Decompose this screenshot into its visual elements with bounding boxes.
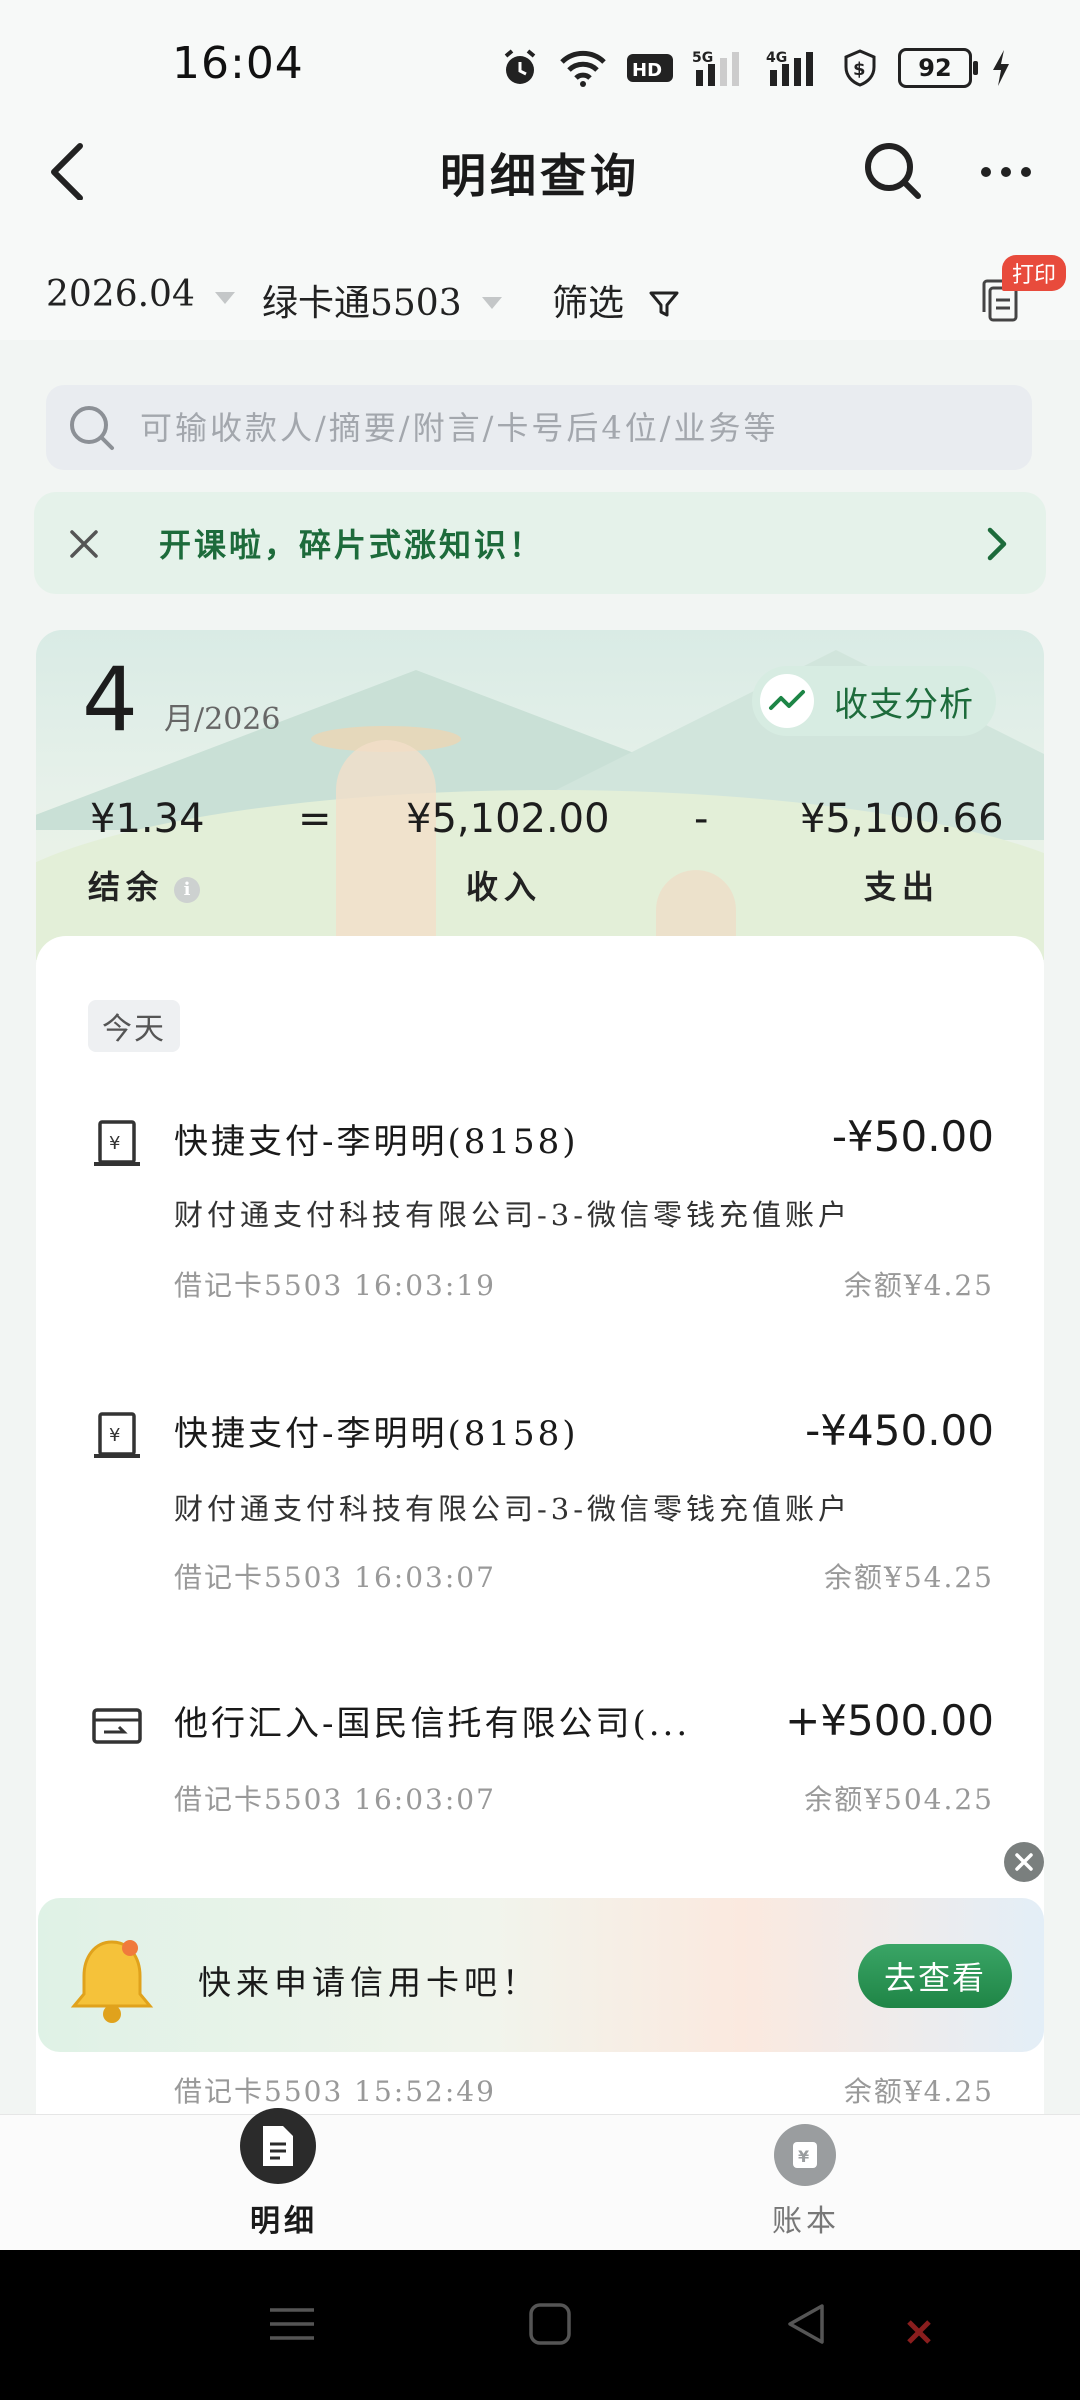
chevron-right-icon xyxy=(987,527,1007,561)
balance-label-group: 结余 i xyxy=(88,862,201,908)
transaction-meta: 借记卡5503 15:52:49 xyxy=(174,2075,496,2108)
view-credit-button[interactable]: 去查看 xyxy=(858,1944,1012,2008)
ledger-icon: ¥ xyxy=(793,2142,817,2168)
print-badge: 打印 xyxy=(1002,255,1067,291)
transaction-title: 快捷支付-李明明(8158) xyxy=(174,1414,579,1454)
promo-banner[interactable]: 开课啦，碎片式涨知识！ xyxy=(34,492,1046,594)
filter-button[interactable]: 筛选 xyxy=(552,274,680,326)
analysis-label: 收支分析 xyxy=(834,684,974,725)
bank-transfer-icon xyxy=(92,1708,142,1744)
promo-text: 开课啦，碎片式涨知识！ xyxy=(159,526,545,564)
document-icon xyxy=(263,2126,293,2166)
card-selector[interactable]: 绿卡通5503 xyxy=(262,274,502,326)
month-selector[interactable]: 2026.04 xyxy=(46,274,235,315)
income-amount: ¥5,102.00 xyxy=(406,796,610,842)
search-icon xyxy=(865,143,921,199)
transaction-description: 财付通支付科技有限公司-3-微信零钱充值账户 xyxy=(174,1492,852,1526)
transaction-balance: 余额¥4.25 xyxy=(843,2075,994,2108)
receipt-icon: ¥ xyxy=(94,1120,140,1166)
transaction-amount: -¥50.00 xyxy=(831,1112,994,1161)
bottom-nav xyxy=(0,2114,1080,2251)
status-icons: HD 5G 4G $ 92 xyxy=(500,46,1012,90)
more-button[interactable] xyxy=(976,140,1036,212)
signal-5g-icon: 5G xyxy=(692,50,739,86)
income-expense-analysis-button[interactable]: 收支分析 xyxy=(752,666,996,736)
caret-down-icon xyxy=(481,297,502,309)
nav-ledger-label[interactable]: 账本 xyxy=(772,2196,840,2240)
balance-label: 结余 xyxy=(88,868,165,906)
balance-amount: ¥1.34 xyxy=(90,796,205,842)
svg-text:¥: ¥ xyxy=(798,2147,809,2166)
filter-label: 筛选 xyxy=(552,283,625,324)
alarm-icon xyxy=(504,49,536,84)
charging-icon xyxy=(993,50,1009,86)
close-banner-button[interactable] xyxy=(1004,1842,1044,1882)
shield-dollar-icon: $ xyxy=(844,49,876,87)
svg-text:¥: ¥ xyxy=(109,1133,120,1154)
income-label: 收入 xyxy=(466,868,543,906)
transaction-amount: -¥450.00 xyxy=(805,1406,994,1455)
transaction-meta: 借记卡5503 16:03:19 xyxy=(174,1269,496,1302)
expense-amount: ¥5,100.66 xyxy=(800,796,1004,842)
search-bar[interactable] xyxy=(46,385,1032,470)
date-group-label: 今天 xyxy=(88,1000,180,1052)
home-icon[interactable] xyxy=(528,2302,572,2346)
status-time: 16:04 xyxy=(172,38,304,89)
transaction-title: 快捷支付-李明明(8158) xyxy=(174,1122,579,1162)
info-icon[interactable]: i xyxy=(174,876,201,903)
hd-icon: HD xyxy=(627,54,673,82)
minus-sign: - xyxy=(694,796,709,842)
signal-4g-icon: 4G xyxy=(766,50,813,86)
trend-icon xyxy=(760,674,814,728)
svg-text:¥: ¥ xyxy=(109,1425,120,1446)
transaction-balance: 余额¥54.25 xyxy=(824,1561,994,1594)
card-selector-label: 绿卡通5503 xyxy=(262,283,462,324)
nav-detail-icon[interactable] xyxy=(240,2108,316,2184)
expense-label: 支出 xyxy=(864,868,941,906)
menu-icon[interactable] xyxy=(268,2304,316,2344)
svg-text:$: $ xyxy=(853,59,866,80)
transaction-balance: 余额¥4.25 xyxy=(843,1269,994,1302)
summary-year: 月/2026 xyxy=(164,702,281,737)
battery-indicator: 92 xyxy=(898,48,978,88)
svg-text:5G: 5G xyxy=(692,50,713,66)
bell-icon xyxy=(70,1940,154,2023)
back-triangle-icon[interactable] xyxy=(784,2302,828,2346)
filter-row: 2026.04 绿卡通5503 筛选 xyxy=(0,262,1080,342)
transaction-title: 他行汇入-国民信托有限公司(... xyxy=(174,1704,691,1744)
svg-text:4G: 4G xyxy=(766,50,787,66)
background-illustration xyxy=(336,740,436,960)
transaction-description: 财付通支付科技有限公司-3-微信零钱充值账户 xyxy=(174,1198,852,1232)
receipt-icon: ¥ xyxy=(94,1412,140,1458)
equals-sign: = xyxy=(298,796,332,842)
summary-month: 4 xyxy=(82,648,138,751)
nav-detail-label[interactable]: 明细 xyxy=(250,2196,318,2240)
search-button[interactable] xyxy=(862,140,924,206)
search-icon xyxy=(70,405,114,450)
month-selector-label: 2026.04 xyxy=(46,274,195,315)
filter-icon xyxy=(649,291,679,317)
more-icon xyxy=(981,167,1031,177)
nav-ledger-icon[interactable]: ¥ xyxy=(774,2124,836,2186)
wifi-icon xyxy=(560,50,606,87)
svg-text:HD: HD xyxy=(632,60,662,81)
transaction-balance: 余额¥504.25 xyxy=(804,1783,994,1816)
transaction-amount: +¥500.00 xyxy=(785,1696,994,1745)
close-icon xyxy=(1015,1853,1033,1871)
transaction-meta: 借记卡5503 16:03:07 xyxy=(174,1561,496,1594)
caret-down-icon xyxy=(214,291,235,304)
credit-banner-text: 快来申请信用卡吧！ xyxy=(198,1963,540,2002)
search-input[interactable] xyxy=(138,407,1002,448)
transaction-meta: 借记卡5503 16:03:07 xyxy=(174,1783,496,1816)
close-icon[interactable] xyxy=(68,528,100,560)
watermark-logo xyxy=(905,2318,933,2346)
